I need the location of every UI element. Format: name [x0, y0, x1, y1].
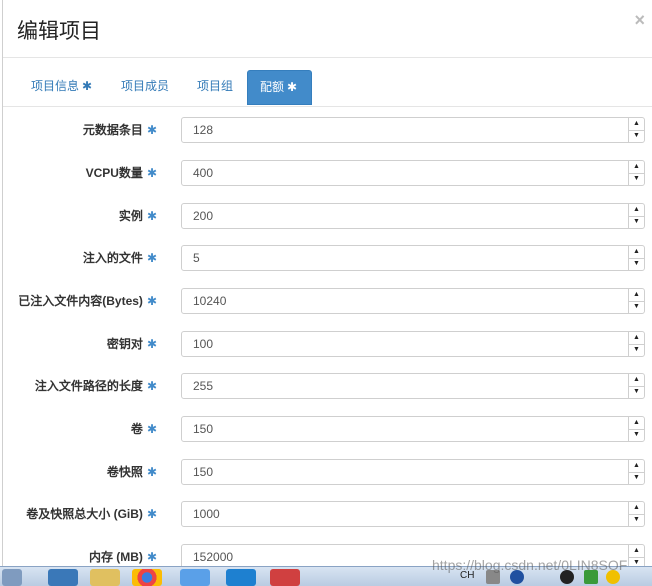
total-size-input-wrap: ▲ ▼ [181, 501, 645, 527]
tab-label: 项目信息 [31, 79, 80, 93]
tab-label: 项目成员 [121, 79, 170, 93]
number-spinner: ▲ ▼ [628, 289, 644, 313]
number-spinner: ▲ ▼ [628, 246, 644, 270]
field-instances: 实例✱ ▲ ▼ [3, 201, 652, 231]
modal-title: 编辑项目 [17, 19, 101, 43]
decrement-icon[interactable]: ▼ [629, 258, 644, 270]
cloud-icon[interactable] [180, 569, 210, 586]
required-icon: ✱ [146, 294, 157, 308]
field-injected-files: 注入的文件✱ ▲ ▼ [3, 243, 652, 273]
volumes-input[interactable] [182, 417, 622, 441]
number-spinner: ▲ ▼ [628, 204, 644, 228]
field-label: 卷及快照总大小 (GiB) ✱ [26, 507, 157, 521]
number-spinner: ▲ ▼ [628, 460, 644, 484]
required-icon: ✱ [287, 80, 298, 94]
injected-files-input-wrap: ▲ ▼ [181, 245, 645, 271]
field-injected-file-path-length: 注入文件路径的长度✱ ▲ ▼ [3, 371, 652, 401]
tab-label: 配额 [260, 80, 285, 94]
required-icon: ✱ [146, 550, 157, 564]
decrement-icon[interactable]: ▼ [629, 344, 644, 356]
injected-files-input[interactable] [182, 246, 622, 270]
number-spinner: ▲ ▼ [628, 161, 644, 185]
field-label: 注入文件路径的长度 ✱ [34, 379, 157, 393]
tab-project-info[interactable]: 项目信息 ✱ [19, 70, 104, 105]
injected-file-path-length-input[interactable] [182, 374, 622, 398]
field-volume-snapshots: 卷快照✱ ▲ ▼ [3, 457, 652, 487]
tab-project-members[interactable]: 项目成员 [109, 70, 181, 105]
field-volumes: 卷✱ ▲ ▼ [3, 414, 652, 444]
app-icon[interactable] [270, 569, 300, 586]
decrement-icon[interactable]: ▼ [629, 216, 644, 228]
tab-project-groups[interactable]: 项目组 [185, 70, 245, 105]
volume-snapshots-input-wrap: ▲ ▼ [181, 459, 645, 485]
instances-input[interactable] [182, 204, 622, 228]
field-metadata-items: 元数据条目✱ ▲ ▼ [3, 115, 652, 145]
required-icon: ✱ [82, 79, 93, 93]
field-label: 内存 (MB) ✱ [88, 550, 157, 564]
chrome-icon[interactable] [132, 569, 162, 586]
watermark: https://blog.csdn.net/0LIN8SOF [432, 557, 628, 573]
powershell-icon[interactable] [48, 569, 78, 586]
number-spinner: ▲ ▼ [628, 332, 644, 356]
vcpus-input-wrap: ▲ ▼ [181, 160, 645, 186]
field-label: 元数据条目 ✱ [82, 123, 157, 137]
vcpus-input[interactable] [182, 161, 622, 185]
decrement-icon[interactable]: ▼ [629, 514, 644, 526]
field-label: 已注入文件内容(Bytes) ✱ [18, 294, 157, 308]
required-icon: ✱ [146, 337, 157, 351]
folder-icon[interactable] [90, 569, 120, 586]
injected-file-path-length-input-wrap: ▲ ▼ [181, 373, 645, 399]
total-size-input[interactable] [182, 502, 622, 526]
field-label: 卷 ✱ [130, 422, 157, 436]
injected-file-content-input[interactable] [182, 289, 622, 313]
required-icon: ✱ [146, 251, 157, 265]
volumes-input-wrap: ▲ ▼ [181, 416, 645, 442]
required-icon: ✱ [146, 465, 157, 479]
close-icon[interactable]: × [634, 10, 645, 31]
decrement-icon[interactable]: ▼ [629, 557, 644, 566]
required-icon: ✱ [146, 507, 157, 521]
edit-project-modal: 编辑项目 × 项目信息✱ 项目成员 项目组 配额✱ 元数据条目✱ ▲ ▼ [2, 0, 652, 566]
decrement-icon[interactable]: ▼ [629, 301, 644, 313]
key-pairs-input-wrap: ▲ ▼ [181, 331, 645, 357]
required-icon: ✱ [146, 123, 157, 137]
number-spinner: ▲ ▼ [628, 374, 644, 398]
instances-input-wrap: ▲ ▼ [181, 203, 645, 229]
field-label: 卷快照 ✱ [106, 465, 157, 479]
required-icon: ✱ [146, 379, 157, 393]
required-icon: ✱ [146, 422, 157, 436]
required-icon: ✱ [146, 166, 157, 180]
number-spinner: ▲ ▼ [628, 118, 644, 142]
metadata-items-input-wrap: ▲ ▼ [181, 117, 645, 143]
number-spinner: ▲ ▼ [628, 545, 644, 566]
field-label: 注入的文件 ✱ [82, 251, 157, 265]
decrement-icon[interactable]: ▼ [629, 472, 644, 484]
tab-quota[interactable]: 配额 ✱ [247, 70, 312, 105]
number-spinner: ▲ ▼ [628, 417, 644, 441]
modal-header: 编辑项目 × [3, 0, 652, 58]
metadata-items-input[interactable] [182, 118, 622, 142]
tab-label: 项目组 [197, 79, 234, 93]
field-label: 实例 ✱ [118, 209, 157, 223]
field-label: 密钥对 ✱ [106, 337, 157, 351]
tab-bar: 项目信息 ✱ 项目成员 项目组 配额 ✱ [3, 70, 652, 107]
key-pairs-input[interactable] [182, 332, 622, 356]
decrement-icon[interactable]: ▼ [629, 173, 644, 185]
decrement-icon[interactable]: ▼ [629, 429, 644, 441]
required-icon: ✱ [146, 209, 157, 223]
volume-snapshots-input[interactable] [182, 460, 622, 484]
decrement-icon[interactable]: ▼ [629, 386, 644, 398]
field-total-size: 卷及快照总大小 (GiB)✱ ▲ ▼ [3, 499, 652, 529]
injected-file-content-input-wrap: ▲ ▼ [181, 288, 645, 314]
decrement-icon[interactable]: ▼ [629, 130, 644, 142]
number-spinner: ▲ ▼ [628, 502, 644, 526]
field-vcpus: VCPU数量✱ ▲ ▼ [3, 158, 652, 188]
field-key-pairs: 密钥对✱ ▲ ▼ [3, 329, 652, 359]
field-injected-file-content: 已注入文件内容(Bytes)✱ ▲ ▼ [3, 286, 652, 316]
start-icon[interactable] [2, 569, 22, 586]
teamviewer-icon[interactable] [226, 569, 256, 586]
field-label: VCPU数量 ✱ [85, 166, 157, 180]
